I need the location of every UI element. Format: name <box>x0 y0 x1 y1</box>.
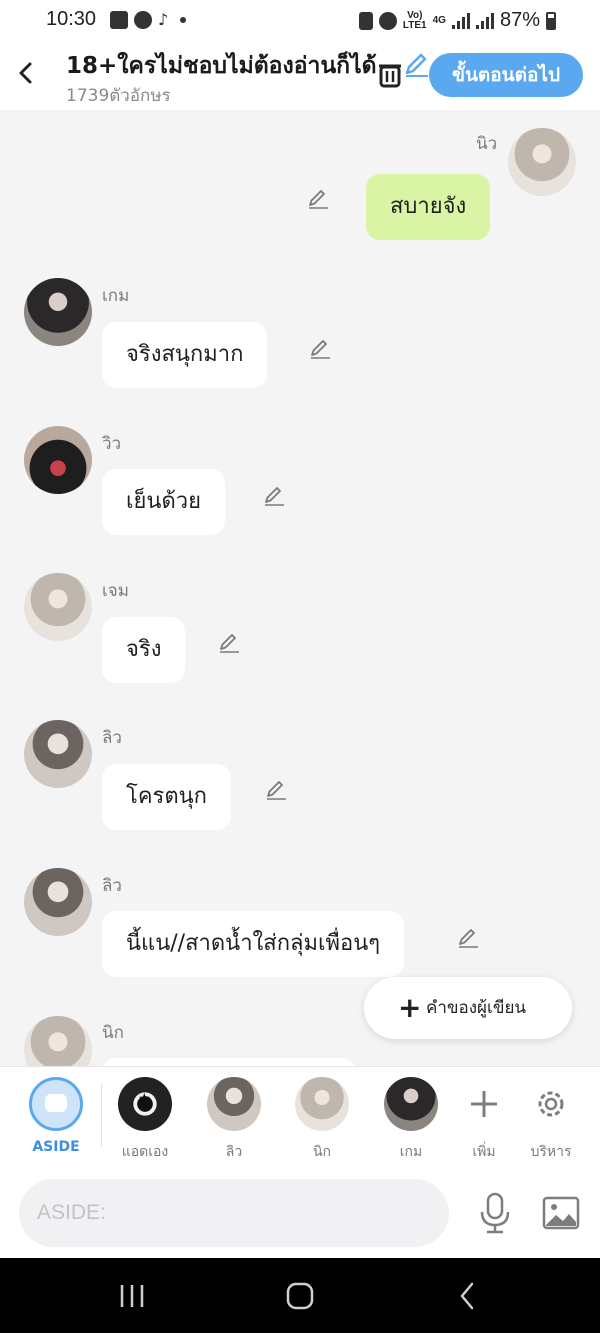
sender-name: วิว <box>102 434 122 454</box>
system-back-button[interactable] <box>448 1280 488 1312</box>
add-character-button[interactable]: เพิ่ม <box>449 1077 519 1163</box>
avatar <box>295 1077 349 1131</box>
plus-icon: + <box>398 991 422 1024</box>
character-self[interactable]: แอดเอง <box>110 1077 180 1163</box>
character-aside[interactable]: ASIDE <box>21 1077 91 1155</box>
avatar[interactable] <box>24 868 92 936</box>
system-status-icons: Vo) LTE1 4G 87% <box>358 9 556 32</box>
tiktok-notification-icon: ♪ <box>158 10 169 29</box>
avatar <box>118 1077 172 1131</box>
data-type-indicator: 4G <box>432 14 446 26</box>
signal-2-icon <box>475 12 494 29</box>
sender-name: เจม <box>102 581 129 601</box>
author-note-label: คำของผู้เขียน <box>426 998 527 1018</box>
avatar <box>207 1077 261 1131</box>
character-label: แอดเอง <box>121 1144 169 1160</box>
message-bubble[interactable]: โครตนุก <box>102 764 231 830</box>
volte-bottom-label: LTE1 <box>402 19 427 31</box>
sender-name: นิก <box>102 1023 124 1043</box>
sender-name: นิว <box>476 134 498 154</box>
back-icon <box>460 1282 474 1310</box>
pencil-icon[interactable] <box>217 630 241 654</box>
edit-title-button[interactable] <box>402 50 430 78</box>
message-bubble[interactable]: เย็นด้วย <box>102 469 225 535</box>
pencil-icon[interactable] <box>308 336 332 360</box>
plus-icon <box>449 1077 519 1131</box>
back-arrow-icon <box>19 62 32 84</box>
message-bubble[interactable]: จริง <box>102 617 186 683</box>
chat-area[interactable]: นิว สบายจัง เกม จริงสนุกมาก วิว เย็นด้วย… <box>0 110 600 1066</box>
character-item[interactable]: นิก <box>287 1077 357 1163</box>
volte-indicator: Vo) LTE1 <box>402 10 427 31</box>
alarm-icon <box>378 11 397 30</box>
manage-button[interactable]: บริหาร <box>516 1077 586 1163</box>
message-bubble[interactable] <box>102 1058 356 1066</box>
character-bar-divider <box>101 1083 102 1147</box>
message-bubble[interactable]: จริงสนุกมาก <box>102 322 268 388</box>
story-title[interactable]: 18+ใครไม่ชอบไม่ต้องอ่านก็ได้ <box>66 48 396 84</box>
pencil-icon[interactable] <box>264 777 288 801</box>
sender-name: ลิว <box>102 876 122 896</box>
notification-icons: ♪ <box>110 10 187 29</box>
battery-icon <box>546 11 556 30</box>
character-count: 1739ตัวอักษร <box>66 86 171 106</box>
status-bar: 10:30 ♪ Vo) LTE1 4G 87% <box>0 0 600 44</box>
character-label: เกม <box>399 1144 423 1160</box>
character-label: ลิว <box>225 1144 243 1160</box>
avatar[interactable] <box>24 278 92 346</box>
back-button[interactable] <box>14 58 38 88</box>
character-item[interactable]: ลิว <box>199 1077 269 1163</box>
aside-icon <box>29 1077 83 1131</box>
gallery-notification-icon <box>110 11 128 29</box>
pencil-icon <box>405 53 428 77</box>
manage-label: บริหาร <box>530 1144 572 1160</box>
battery-percent: 87% <box>499 9 540 31</box>
gear-icon <box>516 1077 586 1131</box>
avatar[interactable] <box>24 1016 92 1066</box>
input-bar <box>0 1170 600 1258</box>
avatar[interactable] <box>24 720 92 788</box>
author-note-button[interactable]: + คำของผู้เขียน <box>364 977 572 1039</box>
message-bubble[interactable]: สบายจัง <box>366 174 491 240</box>
sender-name: เกม <box>102 286 130 306</box>
sender-name: ลิว <box>102 728 122 748</box>
next-step-button[interactable]: ขั้นตอนต่อไป <box>429 53 583 97</box>
add-label: เพิ่ม <box>472 1144 496 1160</box>
aside-label: ASIDE <box>32 1139 80 1155</box>
battery-saver-icon <box>358 11 373 30</box>
recent-apps-icon <box>120 1285 144 1307</box>
character-item[interactable]: เกม <box>376 1077 446 1163</box>
home-button[interactable] <box>280 1280 320 1312</box>
status-time: 10:30 <box>46 8 97 30</box>
editor-header: 18+ใครไม่ชอบไม่ต้องอ่านก็ได้ 1739ตัวอักษ… <box>0 44 600 110</box>
microphone-icon <box>480 1192 510 1234</box>
character-label: นิก <box>312 1144 332 1160</box>
message-notification-icon <box>134 11 152 29</box>
recent-apps-button[interactable] <box>112 1280 152 1312</box>
signal-1-icon <box>451 12 470 29</box>
pencil-icon[interactable] <box>262 483 286 507</box>
image-icon <box>542 1196 580 1230</box>
avatar <box>384 1077 438 1131</box>
avatar[interactable] <box>508 128 576 196</box>
pencil-icon[interactable] <box>456 925 480 949</box>
message-input[interactable] <box>19 1179 449 1247</box>
home-icon <box>286 1282 314 1310</box>
more-notifications-icon <box>180 17 187 23</box>
voice-button[interactable] <box>478 1192 512 1234</box>
system-nav-bar <box>0 1258 600 1333</box>
delete-button[interactable] <box>376 60 404 88</box>
avatar[interactable] <box>24 573 92 641</box>
trash-icon <box>379 64 401 88</box>
message-bubble[interactable]: นี้แน//สาดน้ำใส่กลุ่มเพื่อนๆ <box>102 911 405 977</box>
pencil-icon[interactable] <box>306 186 330 210</box>
character-bar: ASIDE แอดเอง ลิว นิก เกม เพิ่ม บริหาร <box>0 1066 600 1170</box>
image-button[interactable] <box>542 1196 580 1230</box>
avatar[interactable] <box>24 426 92 494</box>
